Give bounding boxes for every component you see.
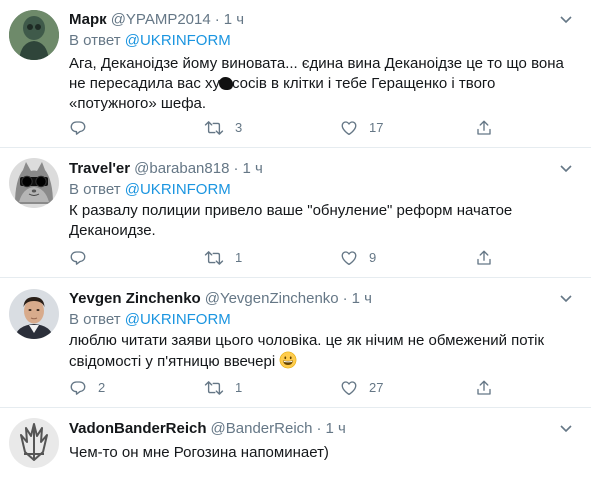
separator-dot: · <box>316 420 322 437</box>
like-button[interactable]: 9 <box>340 248 376 268</box>
reply-button[interactable] <box>69 248 98 268</box>
replying-to: В ответ @UKRINFORM <box>69 180 577 200</box>
display-name[interactable]: Марк <box>69 10 107 30</box>
retweet-icon <box>204 381 224 395</box>
user-handle[interactable]: @YPAMP2014 <box>111 10 211 30</box>
chevron-down-icon[interactable] <box>555 10 577 30</box>
mention-link[interactable]: @UKRINFORM <box>125 311 231 328</box>
share-button[interactable] <box>475 378 493 398</box>
tweet[interactable]: Yevgen Zinchenko @YevgenZinchenko · 1 ч … <box>0 278 591 408</box>
retweet-icon <box>204 251 224 265</box>
display-name[interactable]: Travel'er <box>69 159 130 179</box>
retweet-count: 1 <box>235 250 243 265</box>
display-name[interactable]: Yevgen Zinchenko <box>69 289 201 309</box>
tweet-actions: 2 1 27 <box>0 378 591 398</box>
user-handle[interactable]: @BanderReich <box>211 419 313 439</box>
heart-icon <box>341 121 357 136</box>
retweet-count: 1 <box>235 380 243 395</box>
heart-icon <box>341 251 357 266</box>
share-button[interactable] <box>475 248 493 268</box>
retweet-button[interactable]: 1 <box>204 248 242 268</box>
replying-prefix: В ответ <box>69 181 121 198</box>
retweet-button[interactable]: 3 <box>204 118 242 138</box>
separator-dot: · <box>233 160 239 177</box>
tweet-header: Travel'er @baraban818 · 1 ч <box>69 159 577 179</box>
share-icon <box>477 250 491 265</box>
tweet-text: К развалу полиции привело ваше "обнулени… <box>69 202 513 239</box>
like-count: 17 <box>369 120 384 135</box>
tweet-header: Марк @YPAMP2014 · 1 ч <box>69 10 577 30</box>
tweet-actions: 1 9 <box>0 248 591 268</box>
mention-link[interactable]: @UKRINFORM <box>125 32 231 49</box>
tweet[interactable]: Марк @YPAMP2014 · 1 ч В ответ @UKRINFORM… <box>0 0 591 148</box>
reply-count: 2 <box>98 380 106 395</box>
separator-dot: · <box>214 11 220 28</box>
tweet-text: Ага, Деканоідзе йому виновата... єдина в… <box>69 54 577 114</box>
timestamp[interactable]: 1 ч <box>224 10 244 30</box>
timestamp[interactable]: 1 ч <box>326 419 346 439</box>
tweet[interactable]: Travel'er @baraban818 · 1 ч В ответ @UKR… <box>0 148 591 278</box>
share-icon <box>477 120 491 135</box>
user-handle[interactable]: @baraban818 <box>134 159 229 179</box>
retweet-count: 3 <box>235 120 243 135</box>
tweet-text: люблю читати заяви цього чоловіка. це як… <box>69 331 577 372</box>
chevron-down-icon[interactable] <box>555 289 577 309</box>
retweet-icon <box>204 121 224 135</box>
share-button[interactable] <box>475 118 493 138</box>
replying-prefix: В ответ <box>69 32 121 49</box>
retweet-button[interactable]: 1 <box>204 378 242 398</box>
reply-icon <box>70 381 86 395</box>
like-count: 9 <box>369 250 377 265</box>
tweet-text-part: люблю читати заяви цього чоловіка. це як… <box>69 332 545 370</box>
avatar[interactable] <box>9 418 59 468</box>
avatar[interactable] <box>9 289 59 339</box>
mention-link[interactable]: @UKRINFORM <box>125 181 231 198</box>
heart-icon <box>341 381 357 396</box>
grinning-face-emoji <box>279 351 297 369</box>
replying-to: В ответ @UKRINFORM <box>69 31 577 51</box>
like-button[interactable]: 17 <box>340 118 383 138</box>
tweet-actions: 3 17 <box>0 118 591 138</box>
reply-button[interactable] <box>69 118 98 138</box>
avatar[interactable] <box>9 158 59 208</box>
chevron-down-icon[interactable] <box>555 159 577 179</box>
like-count: 27 <box>369 380 384 395</box>
reply-button[interactable]: 2 <box>69 378 105 398</box>
chevron-down-icon[interactable] <box>555 419 577 439</box>
censor-mark <box>219 77 233 90</box>
tweet-feed: Марк @YPAMP2014 · 1 ч В ответ @UKRINFORM… <box>0 0 591 498</box>
replying-to: В ответ @UKRINFORM <box>69 310 577 330</box>
reply-icon <box>70 251 86 265</box>
tweet-header: Yevgen Zinchenko @YevgenZinchenko · 1 ч <box>69 289 577 309</box>
tweet-header: VadonBanderReich @BanderReich · 1 ч <box>69 419 577 439</box>
reply-icon <box>70 121 86 135</box>
timestamp[interactable]: 1 ч <box>352 289 372 309</box>
timestamp[interactable]: 1 ч <box>242 159 262 179</box>
replying-prefix: В ответ <box>69 311 121 328</box>
user-handle[interactable]: @YevgenZinchenko <box>205 289 339 309</box>
avatar[interactable] <box>9 10 59 60</box>
separator-dot: · <box>342 290 348 307</box>
tweet-text: Чем-то он мне Рогозина напоминает) <box>69 444 329 461</box>
share-icon <box>477 380 491 395</box>
tweet[interactable]: VadonBanderReich @BanderReich · 1 ч Чем-… <box>0 408 591 498</box>
like-button[interactable]: 27 <box>340 378 383 398</box>
display-name[interactable]: VadonBanderReich <box>69 419 207 439</box>
